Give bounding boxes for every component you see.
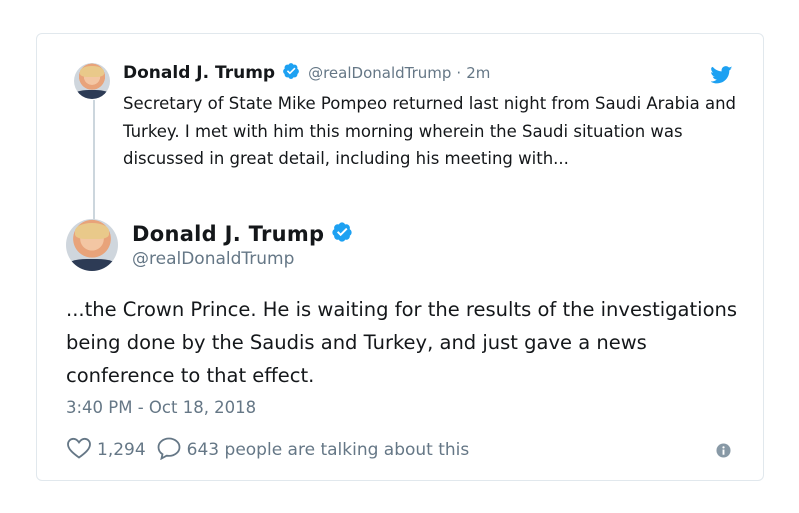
heart-icon[interactable] xyxy=(66,436,92,464)
parent-tweet-time[interactable]: 2m xyxy=(466,64,490,82)
info-icon[interactable] xyxy=(716,443,731,458)
main-tweet-text: ...the Crown Prince. He is waiting for t… xyxy=(66,298,738,387)
main-author-name[interactable]: Donald J. Trump xyxy=(132,222,324,246)
main-tweet-header: Donald J. Trump xyxy=(132,221,353,247)
separator-dot: · xyxy=(456,64,462,82)
like-count[interactable]: 1,294 xyxy=(97,440,146,460)
thread-connector-line xyxy=(93,100,95,230)
twitter-bird-icon[interactable] xyxy=(710,66,733,84)
talking-count[interactable]: 643 people are talking about this xyxy=(187,440,470,460)
tweet-card: Donald J. Trump @realDonaldTrump · 2m Se… xyxy=(36,33,764,481)
parent-tweet-text: Secretary of State Mike Pompeo returned … xyxy=(123,94,737,168)
parent-tweet-header: Donald J. Trump @realDonaldTrump · 2m xyxy=(123,62,490,84)
main-tweet-timestamp[interactable]: 3:40 PM - Oct 18, 2018 xyxy=(66,398,256,417)
verified-badge-icon xyxy=(331,221,353,247)
parent-author-name[interactable]: Donald J. Trump xyxy=(123,63,275,83)
tweet-actions: 1,294 643 people are talking about this xyxy=(66,436,469,464)
main-author-avatar[interactable] xyxy=(66,219,118,271)
main-author-handle[interactable]: @realDonaldTrump xyxy=(132,249,294,269)
parent-author-handle[interactable]: @realDonaldTrump xyxy=(308,64,451,82)
verified-badge-icon xyxy=(282,62,300,84)
reply-bubble-icon[interactable] xyxy=(156,436,182,464)
parent-author-avatar[interactable] xyxy=(74,63,110,99)
